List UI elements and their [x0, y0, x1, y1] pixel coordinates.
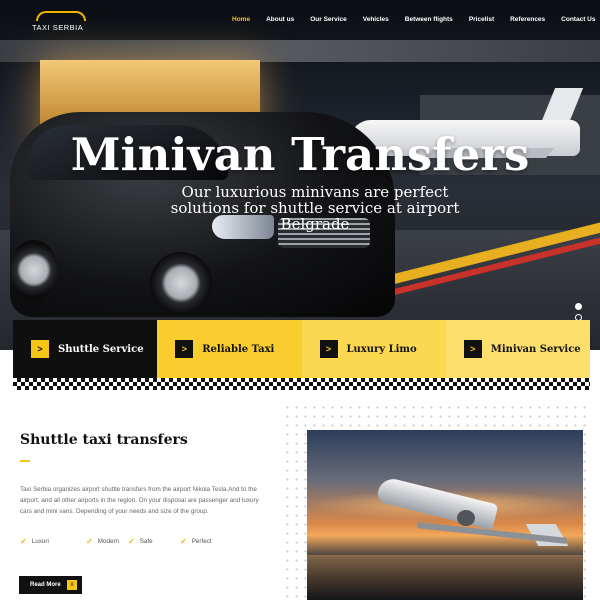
service-minivan[interactable]: > Minivan Service	[445, 320, 590, 378]
hero-title: Minivan Transfers	[70, 128, 530, 181]
main-nav: Home About us Our Service Vehicles Betwe…	[232, 16, 595, 23]
title-underline	[20, 460, 30, 462]
service-label: Shuttle Service	[58, 343, 144, 355]
read-more-button[interactable]: Read More ≡	[19, 576, 82, 594]
hero-banner: Minivan Transfers Our luxurious minivans…	[0, 0, 600, 350]
taxi-car-icon	[36, 11, 86, 21]
jet-sunset-photo	[307, 430, 583, 600]
service-label: Reliable Taxi	[202, 343, 275, 355]
section-body: Taxi Serbia organizes airport shuttle tr…	[20, 486, 259, 515]
jet-engine	[457, 510, 475, 526]
hangar-roof	[0, 40, 600, 62]
check-icon: ✓	[128, 537, 135, 546]
feature-label: Luxuri	[31, 538, 49, 545]
feature-list: ✓ Luxuri ✓ Modern ✓ Safe ✓ Perfect	[20, 537, 212, 546]
service-shuttle[interactable]: > Shuttle Service	[13, 320, 158, 378]
nav-item-vehicles[interactable]: Vehicles	[363, 16, 389, 23]
minivan-front-wheel	[150, 252, 212, 314]
nav-item-between-flights[interactable]: Between flights	[405, 16, 453, 23]
nav-item-references[interactable]: References	[510, 16, 545, 23]
nav-item-home[interactable]: Home	[232, 16, 250, 23]
feature-label: Perfect	[191, 538, 212, 545]
service-label: Minivan Service	[490, 343, 581, 355]
service-luxury-limo[interactable]: > Luxury Limo	[301, 320, 446, 378]
slider-dot-1[interactable]	[575, 303, 582, 310]
section-title: Shuttle taxi transfers	[20, 432, 188, 448]
feature-label: Modern	[97, 538, 120, 545]
feature-item: ✓ Modern	[86, 537, 128, 546]
check-icon: ✓	[180, 537, 187, 546]
chevron-right-icon: >	[31, 340, 49, 358]
chevron-right-icon: >	[175, 340, 194, 358]
chevron-right-icon: >	[319, 340, 338, 358]
feature-item: ✓ Perfect	[180, 537, 212, 546]
service-reliable-taxi[interactable]: > Reliable Taxi	[157, 320, 302, 378]
hero-subtitle: Our luxurious minivans are perfect solut…	[170, 183, 460, 233]
minivan-rear-wheel	[10, 240, 58, 300]
checkered-border	[13, 378, 590, 390]
logo-text: TAXI SERBIA	[32, 23, 84, 32]
nav-item-our-service[interactable]: Our Service	[310, 16, 347, 23]
menu-icon: ≡	[67, 580, 77, 590]
feature-item: ✓ Safe	[128, 537, 180, 546]
check-icon: ✓	[20, 537, 27, 546]
check-icon: ✓	[86, 537, 93, 546]
read-more-label: Read More	[30, 582, 61, 588]
nav-item-about[interactable]: About us	[266, 16, 294, 23]
service-label: Luxury Limo	[346, 343, 417, 355]
tarmac-reflection	[307, 555, 583, 600]
logo[interactable]: TAXI SERBIA	[32, 11, 92, 33]
jet-fuselage	[375, 475, 499, 531]
feature-item: ✓ Luxuri	[20, 537, 86, 546]
feature-label: Safe	[139, 538, 153, 545]
services-bar: > Shuttle Service > Reliable Taxi > Luxu…	[13, 320, 590, 378]
nav-item-pricelist[interactable]: Pricelist	[469, 16, 494, 23]
nav-item-contact[interactable]: Contact Us	[561, 16, 595, 23]
chevron-right-icon: >	[463, 340, 482, 358]
